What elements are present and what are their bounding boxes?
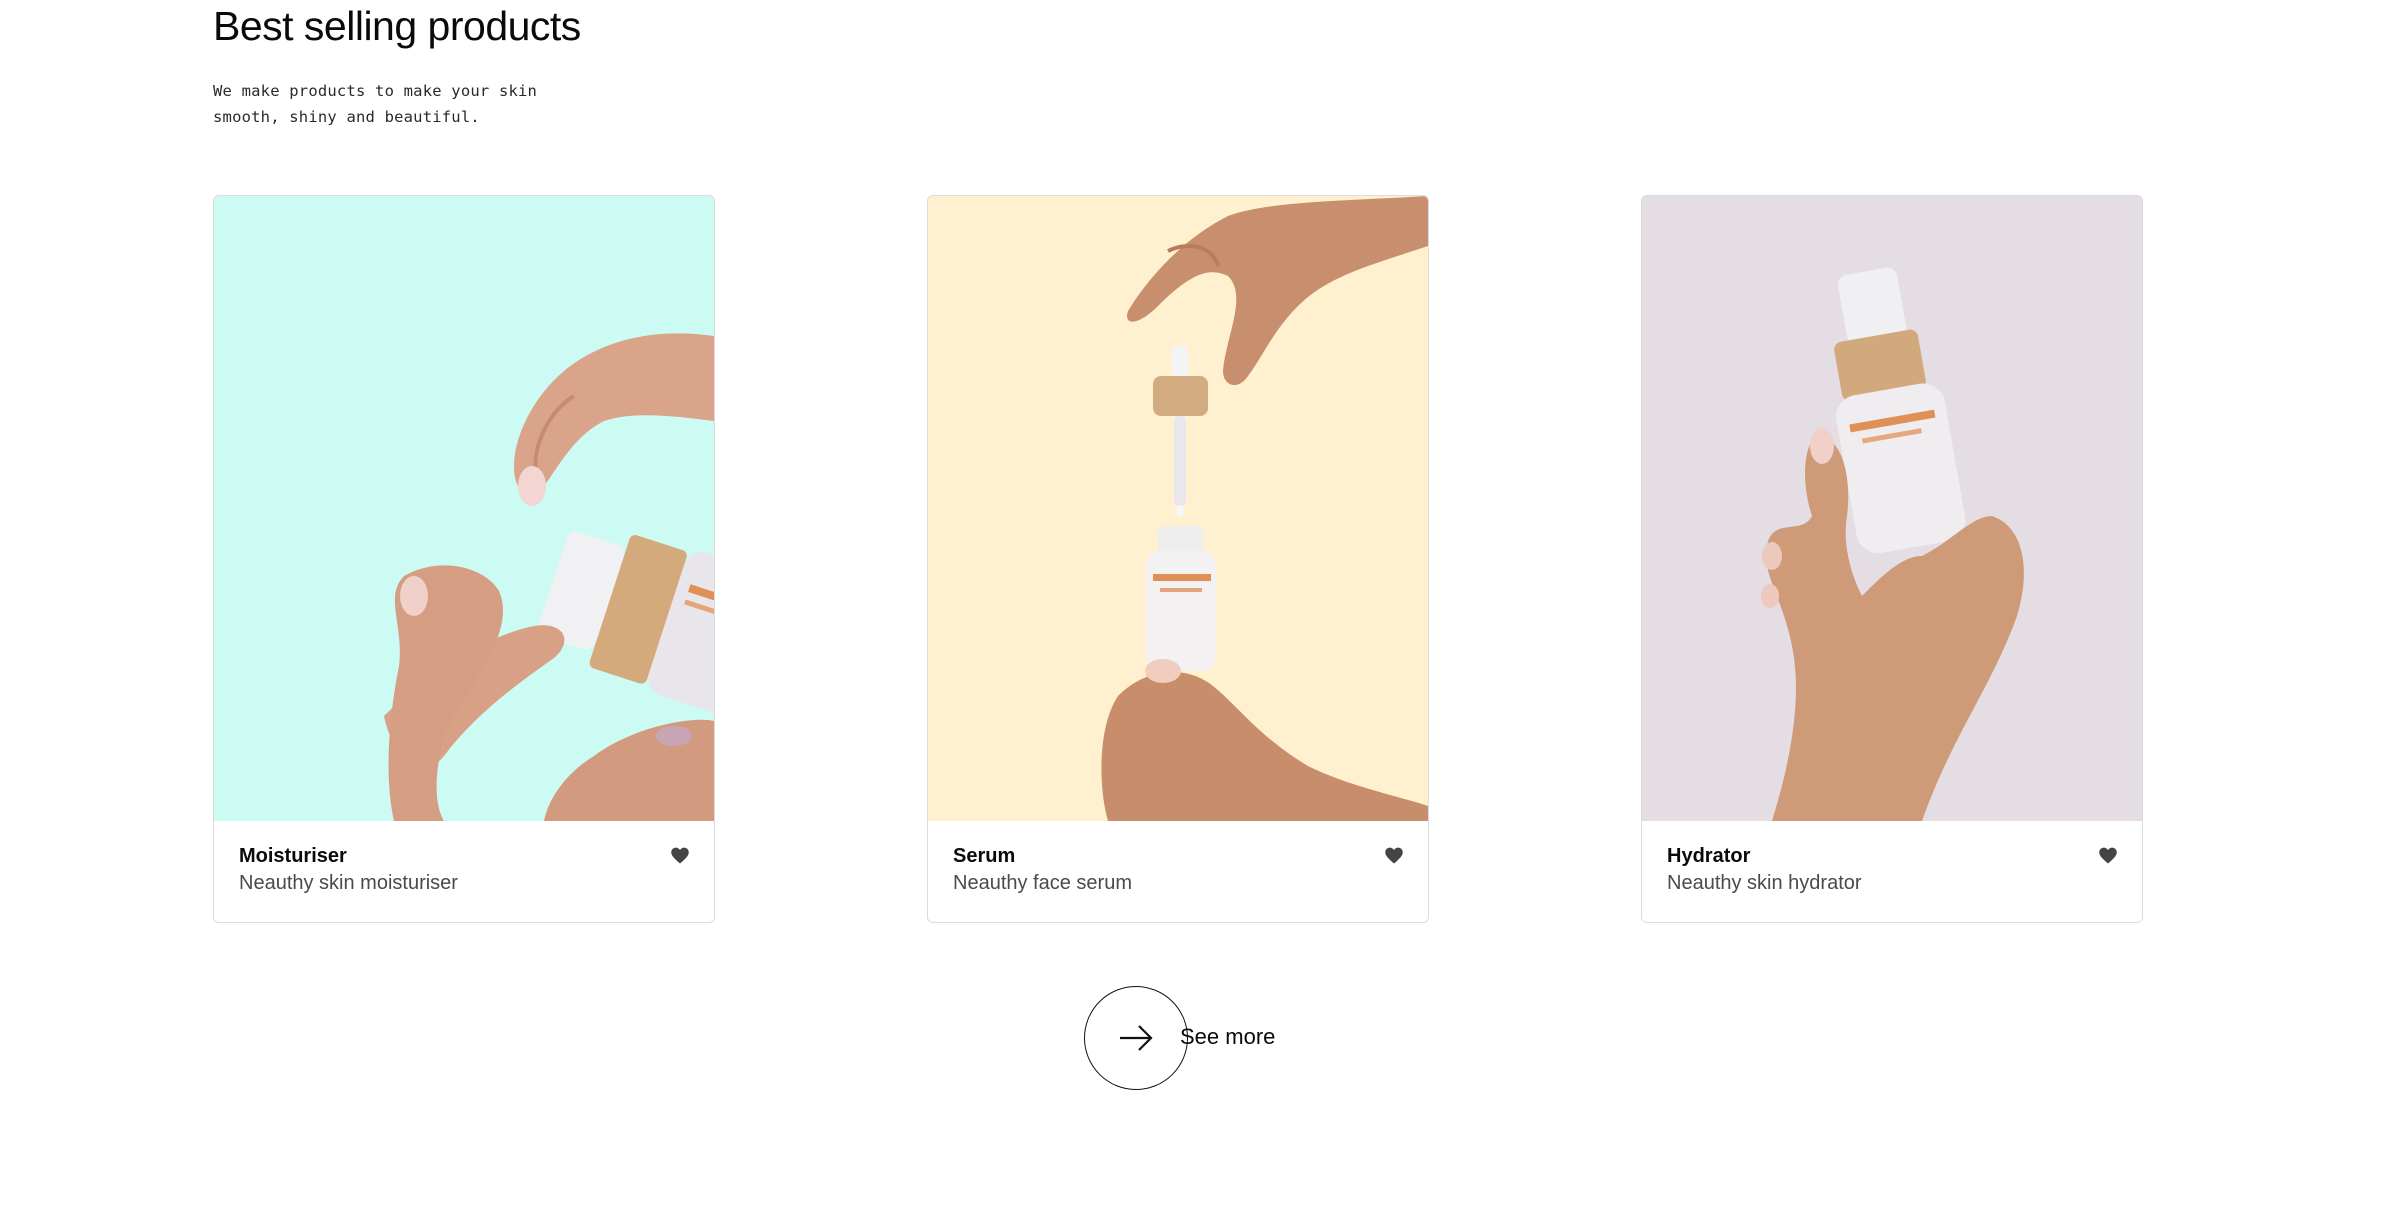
product-card-hydrator[interactable]: Hydrator Neauthy skin hydrator xyxy=(1641,195,2143,923)
see-more-label: See more xyxy=(1180,1024,1276,1049)
heart-icon[interactable] xyxy=(670,846,690,866)
product-description: Neauthy skin hydrator xyxy=(1667,872,1862,894)
product-name: Serum xyxy=(953,845,1016,867)
product-image-hydrator xyxy=(1642,196,2142,821)
product-description: Neauthy face serum xyxy=(953,872,1132,894)
see-more-button[interactable]: See more xyxy=(1084,986,1284,1090)
product-info-moisturiser: Moisturiser Neauthy skin moisturiser xyxy=(214,821,714,922)
product-name: Moisturiser xyxy=(239,845,347,867)
best-selling-section: Best selling products We make products t… xyxy=(213,0,2143,1206)
product-photo-hydrator xyxy=(1642,196,2142,821)
product-info-serum: Serum Neauthy face serum xyxy=(928,821,1428,922)
product-image-serum xyxy=(928,196,1428,821)
product-card-moisturiser[interactable]: Moisturiser Neauthy skin moisturiser xyxy=(213,195,715,923)
heart-icon[interactable] xyxy=(1384,846,1404,866)
heart-icon[interactable] xyxy=(2098,846,2118,866)
product-cards: Moisturiser Neauthy skin moisturiser Ser… xyxy=(213,195,2143,923)
product-info-hydrator: Hydrator Neauthy skin hydrator xyxy=(1642,821,2142,922)
section-subtitle: We make products to make your skin smoot… xyxy=(213,82,538,126)
product-image-moisturiser xyxy=(214,196,714,821)
product-photo-serum xyxy=(928,196,1428,821)
arrow-right-icon xyxy=(1120,1025,1153,1051)
see-more-circle[interactable] xyxy=(1084,986,1188,1090)
product-description: Neauthy skin moisturiser xyxy=(239,872,458,894)
product-photo-moisturiser xyxy=(214,196,714,821)
product-card-serum[interactable]: Serum Neauthy face serum xyxy=(927,195,1429,923)
product-name: Hydrator xyxy=(1667,845,1751,867)
section-title: Best selling products xyxy=(213,3,581,49)
